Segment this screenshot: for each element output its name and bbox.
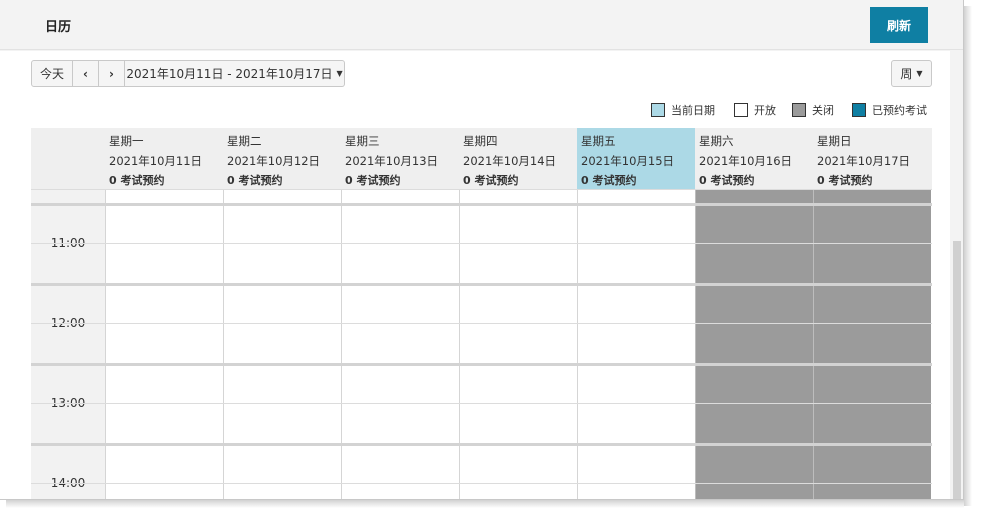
- legend-swatch-open: [734, 103, 748, 117]
- day-booking-count: 0 考试预约: [699, 174, 755, 187]
- legend-item-open: 开放: [734, 102, 776, 118]
- legend-swatch-today: [651, 103, 665, 117]
- day-date: 2021年10月14日: [463, 153, 557, 168]
- day-header[interactable]: 星期一 2021年10月11日 0 考试预约: [105, 128, 223, 189]
- legend-label-open: 开放: [754, 104, 776, 117]
- day-column-closed[interactable]: [813, 189, 931, 499]
- day-header[interactable]: 星期六 2021年10月16日 0 考试预约: [695, 128, 813, 189]
- calendar-window: 日历 刷新 今天 ‹ › 2021年10月11日 - 2021年10月17日 ▼…: [0, 0, 964, 500]
- chevron-down-icon: ▼: [336, 69, 343, 78]
- day-column[interactable]: [577, 189, 695, 499]
- date-range-dropdown[interactable]: 2021年10月11日 - 2021年10月17日 ▼: [125, 60, 345, 87]
- day-weekday: 星期三: [345, 134, 380, 148]
- day-date: 2021年10月15日: [581, 153, 675, 168]
- day-column-closed[interactable]: [695, 189, 813, 499]
- window-shadow-right: [964, 6, 972, 506]
- page-title: 日历: [45, 20, 72, 35]
- hour-divider: [31, 203, 932, 206]
- legend-label-today: 当前日期: [671, 104, 715, 117]
- day-weekday: 星期日: [817, 134, 852, 148]
- scrollbar-thumb[interactable]: [953, 241, 961, 499]
- day-weekday: 星期一: [109, 134, 144, 148]
- next-week-button[interactable]: ›: [99, 60, 125, 87]
- slot-divider: [31, 189, 932, 190]
- day-weekday: 星期四: [463, 134, 498, 148]
- scrollbar[interactable]: [950, 51, 963, 499]
- day-header[interactable]: 星期日 2021年10月17日 0 考试预约: [813, 128, 931, 189]
- day-weekday: 星期五: [581, 134, 616, 148]
- day-date: 2021年10月13日: [345, 153, 439, 168]
- page-header: 日历 刷新: [0, 0, 963, 50]
- view-select-dropdown[interactable]: 周 ▼: [891, 60, 932, 87]
- prev-week-button[interactable]: ‹: [73, 60, 99, 87]
- hour-divider: [31, 283, 932, 286]
- day-header[interactable]: 星期四 2021年10月14日 0 考试预约: [459, 128, 577, 189]
- hour-divider: [31, 443, 932, 446]
- legend-item-today: 当前日期: [651, 102, 715, 118]
- calendar-header-row: 星期一 2021年10月11日 0 考试预约 星期二 2021年10月12日 0…: [31, 128, 932, 189]
- day-booking-count: 0 考试预约: [581, 174, 637, 187]
- day-booking-count: 0 考试预约: [345, 174, 401, 187]
- day-date: 2021年10月11日: [109, 153, 203, 168]
- day-booking-count: 0 考试预约: [109, 174, 165, 187]
- date-range-label: 2021年10月11日 - 2021年10月17日: [126, 67, 333, 81]
- day-header[interactable]: 星期二 2021年10月12日 0 考试预约: [223, 128, 341, 189]
- legend-item-closed: 关闭: [792, 102, 834, 118]
- day-weekday: 星期二: [227, 134, 262, 148]
- legend-swatch-booked: [852, 103, 866, 117]
- day-booking-count: 0 考试预约: [463, 174, 519, 187]
- refresh-button[interactable]: 刷新: [870, 7, 928, 43]
- chevron-down-icon: ▼: [916, 69, 923, 78]
- slot-divider: [31, 243, 932, 244]
- day-column[interactable]: [459, 189, 577, 499]
- day-date: 2021年10月12日: [227, 153, 321, 168]
- calendar-time-grid: 11:00 12:00 13:00 14:00: [31, 189, 932, 499]
- day-booking-count: 0 考试预约: [817, 174, 873, 187]
- slot-divider: [31, 403, 932, 404]
- day-column[interactable]: [105, 189, 223, 499]
- slot-divider: [31, 483, 932, 484]
- today-button[interactable]: 今天: [31, 60, 73, 87]
- time-column: 11:00 12:00 13:00 14:00: [31, 189, 105, 499]
- view-select-label: 周: [900, 67, 913, 81]
- day-column[interactable]: [223, 189, 341, 499]
- slot-divider: [31, 323, 932, 324]
- legend-item-booked: 已预约考试: [852, 102, 927, 118]
- hour-divider: [31, 363, 932, 366]
- day-booking-count: 0 考试预约: [227, 174, 283, 187]
- day-header-today[interactable]: 星期五 2021年10月15日 0 考试预约: [577, 128, 695, 189]
- window-shadow-bottom: [6, 500, 964, 508]
- legend-label-closed: 关闭: [812, 104, 834, 117]
- day-date: 2021年10月17日: [817, 153, 911, 168]
- day-weekday: 星期六: [699, 134, 734, 148]
- day-header[interactable]: 星期三 2021年10月13日 0 考试预约: [341, 128, 459, 189]
- legend-swatch-closed: [792, 103, 806, 117]
- legend-label-booked: 已预约考试: [872, 104, 927, 117]
- day-column[interactable]: [341, 189, 459, 499]
- day-date: 2021年10月16日: [699, 153, 793, 168]
